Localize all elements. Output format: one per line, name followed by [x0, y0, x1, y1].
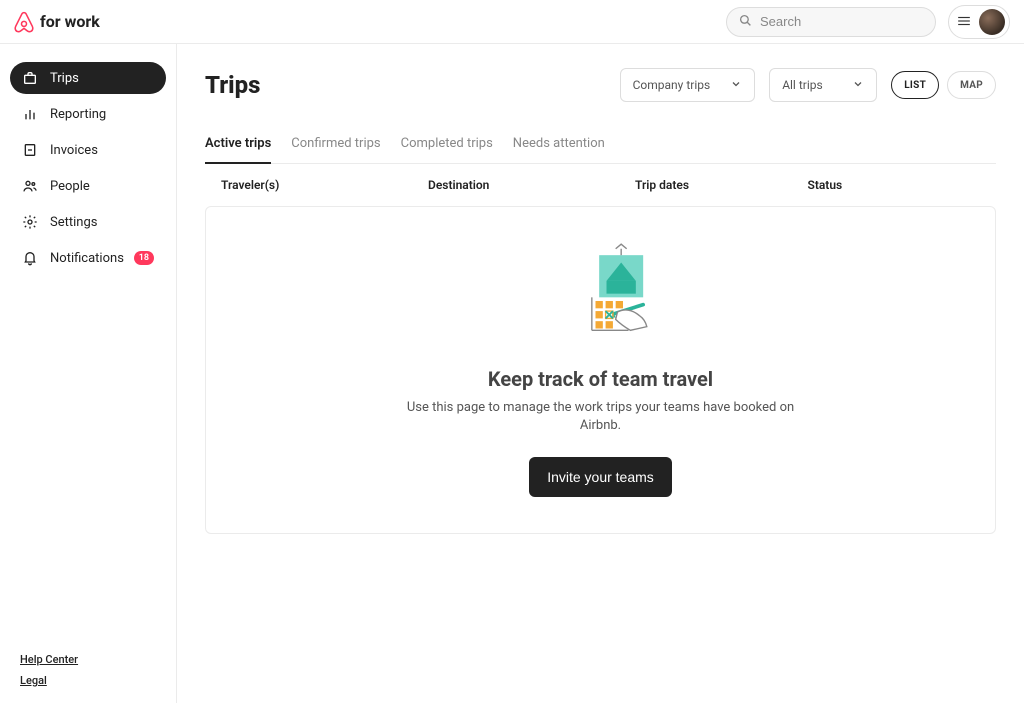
notification-badge: 18	[134, 251, 154, 265]
help-center-link[interactable]: Help Center	[20, 653, 166, 666]
header-right	[726, 5, 1010, 39]
sidebar-item-label: Reporting	[50, 107, 106, 122]
sidebar-item-people[interactable]: People	[10, 170, 166, 202]
chevron-down-icon	[852, 78, 864, 93]
empty-state-title: Keep track of team travel	[488, 367, 713, 391]
sidebar-item-invoices[interactable]: Invoices	[10, 134, 166, 166]
table-header: Traveler(s) Destination Trip dates Statu…	[205, 164, 996, 206]
suitcase-icon	[22, 70, 38, 86]
tab-active-trips[interactable]: Active trips	[205, 136, 271, 163]
chevron-down-icon	[730, 78, 742, 93]
search-icon	[739, 12, 752, 31]
col-travelers: Traveler(s)	[221, 178, 428, 192]
tabs: Active trips Confirmed trips Completed t…	[205, 136, 996, 164]
empty-state-card: Keep track of team travel Use this page …	[205, 206, 996, 534]
search-box[interactable]	[726, 7, 936, 37]
legal-link[interactable]: Legal	[20, 674, 166, 687]
sidebar-item-trips[interactable]: Trips	[10, 62, 166, 94]
search-input[interactable]	[760, 14, 936, 29]
bell-icon	[22, 250, 38, 266]
col-trip-dates: Trip dates	[635, 178, 808, 192]
airbnb-logo-icon	[14, 11, 34, 33]
sidebar-item-label: Settings	[50, 215, 97, 230]
top-header: for work	[0, 0, 1024, 44]
tab-confirmed-trips[interactable]: Confirmed trips	[291, 136, 380, 163]
sidebar-item-label: People	[50, 179, 90, 194]
button-label: Invite your teams	[547, 469, 654, 485]
company-trips-dropdown[interactable]: Company trips	[620, 68, 756, 102]
hamburger-icon	[957, 12, 971, 31]
empty-state-illustration	[546, 235, 656, 349]
tab-completed-trips[interactable]: Completed trips	[401, 136, 493, 163]
invoice-icon	[22, 142, 38, 158]
sidebar-item-notifications[interactable]: Notifications 18	[10, 242, 166, 274]
sidebar: Trips Reporting Invoices	[0, 44, 177, 703]
toggle-label: LIST	[904, 80, 926, 91]
map-view-toggle[interactable]: MAP	[947, 71, 996, 99]
col-status: Status	[808, 178, 981, 192]
dropdown-label: All trips	[782, 78, 822, 92]
profile-menu[interactable]	[948, 5, 1010, 39]
people-icon	[22, 178, 38, 194]
toggle-label: MAP	[960, 80, 983, 91]
sidebar-item-settings[interactable]: Settings	[10, 206, 166, 238]
tab-needs-attention[interactable]: Needs attention	[513, 136, 605, 163]
brand-text: for work	[40, 12, 100, 31]
all-trips-dropdown[interactable]: All trips	[769, 68, 877, 102]
sidebar-item-label: Trips	[50, 71, 79, 86]
avatar	[979, 9, 1005, 35]
sidebar-item-label: Notifications	[50, 251, 124, 266]
empty-state-description: Use this page to manage the work trips y…	[401, 399, 801, 435]
col-destination: Destination	[428, 178, 635, 192]
sidebar-item-label: Invoices	[50, 143, 98, 158]
dropdown-label: Company trips	[633, 78, 711, 92]
main-content: Trips Company trips All trips LIST	[177, 44, 1024, 703]
invite-teams-button[interactable]: Invite your teams	[529, 457, 672, 497]
gear-icon	[22, 214, 38, 230]
sidebar-item-reporting[interactable]: Reporting	[10, 98, 166, 130]
list-view-toggle[interactable]: LIST	[891, 71, 939, 99]
page-title: Trips	[205, 71, 260, 99]
brand[interactable]: for work	[14, 11, 100, 33]
bar-chart-icon	[22, 106, 38, 122]
